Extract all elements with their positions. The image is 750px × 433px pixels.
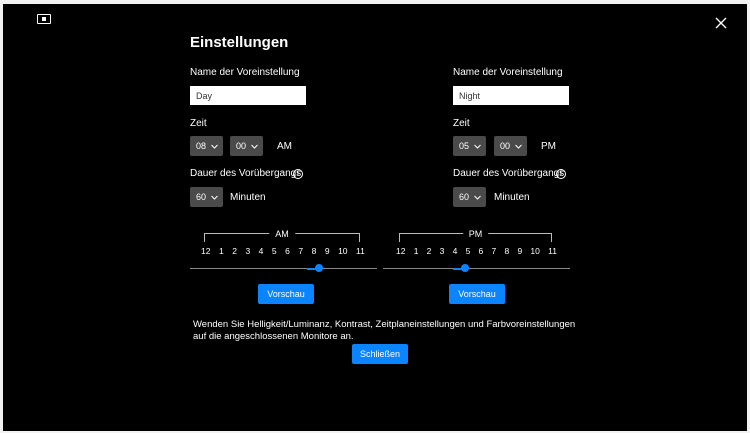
hour-value: 08 [196,141,207,151]
tick-label: 10 [530,246,540,256]
preset-name-input-day[interactable] [190,86,306,105]
tick-label: 7 [298,246,304,256]
pm-scale-label: PM [462,229,489,239]
period-label-night: PM [541,141,556,152]
am-scale-label: AM [269,229,295,239]
tick-label: 11 [548,246,557,256]
pm-tick-labels: 12 1 2 3 4 5 6 7 8 9 10 11 [396,246,557,256]
duration-label-night: Dauer des Vorübergangs [453,168,565,179]
duration-label-day: Dauer des Vorübergangs [190,168,302,179]
preview-button-night[interactable]: Vorschau [449,284,505,304]
page-title: Einstellungen [190,34,289,51]
tick-label: 9 [517,246,523,256]
tick-label: 12 [396,246,406,256]
tick-label: 7 [491,246,497,256]
tick-label: 4 [258,246,264,256]
duration-dropdown-day[interactable]: 60 [190,187,223,207]
am-tick-labels: 12 1 2 3 4 5 6 7 8 9 10 11 [201,246,365,256]
chevron-down-icon [211,144,218,149]
duration-value: 60 [196,192,207,202]
duration-value: 60 [459,192,470,202]
preset-name-label-day: Name der Voreinstellung [190,67,300,78]
tick-label: 8 [504,246,510,256]
tick-label: 10 [338,246,348,256]
tick-label: 6 [478,246,484,256]
tick-label: 2 [232,246,237,256]
settings-window: Einstellungen Name der Voreinstellung Ze… [3,4,747,431]
info-icon[interactable]: i [293,169,303,179]
tick-label: 3 [245,246,251,256]
slider-track [383,268,570,269]
tick-label: 11 [356,246,365,256]
slider-handle[interactable] [460,264,469,272]
am-scale-bracket: AM [204,229,360,242]
slider-track [190,268,377,269]
chevron-down-icon [251,144,258,149]
preview-button-day[interactable]: Vorschau [258,284,314,304]
time-label-day: Zeit [190,118,207,129]
tick-label: 5 [271,246,277,256]
tick-label: 1 [218,246,224,256]
tick-label: 8 [311,246,317,256]
am-time-slider[interactable] [190,264,377,274]
tick-label: 3 [439,246,445,256]
hour-dropdown-night[interactable]: 05 [453,136,486,156]
tick-label: 6 [285,246,290,256]
minute-value: 00 [236,141,247,151]
period-label-day: AM [277,141,292,152]
hour-dropdown-day[interactable]: 08 [190,136,223,156]
hour-value: 05 [459,141,470,151]
preset-name-label-night: Name der Voreinstellung [453,67,563,78]
minute-dropdown-day[interactable]: 00 [230,136,263,156]
duration-dropdown-night[interactable]: 60 [453,187,486,207]
chevron-down-icon [474,144,481,149]
minute-dropdown-night[interactable]: 00 [494,136,527,156]
tick-label: 12 [201,246,211,256]
pm-scale-bracket: PM [399,229,552,242]
minute-value: 00 [500,141,511,151]
chevron-down-icon [474,195,481,200]
time-label-night: Zeit [453,118,470,129]
tick-label: 1 [413,246,419,256]
info-icon[interactable]: i [556,169,566,179]
duration-unit-day: Minuten [230,192,266,203]
duration-unit-night: Minuten [494,192,530,203]
tick-label: 2 [426,246,432,256]
close-button[interactable]: Schließen [352,344,408,364]
tick-label: 4 [452,246,458,256]
description-text: Wenden Sie Helligkeit/Luminanz, Kontrast… [193,319,576,342]
chevron-down-icon [515,144,522,149]
preset-name-input-night[interactable] [453,86,569,105]
pm-time-slider[interactable] [383,264,570,274]
tick-label: 9 [324,246,330,256]
tick-label: 5 [465,246,471,256]
slider-handle[interactable] [314,264,323,272]
chevron-down-icon [211,195,218,200]
display-icon [37,14,51,24]
close-icon[interactable] [712,14,730,32]
